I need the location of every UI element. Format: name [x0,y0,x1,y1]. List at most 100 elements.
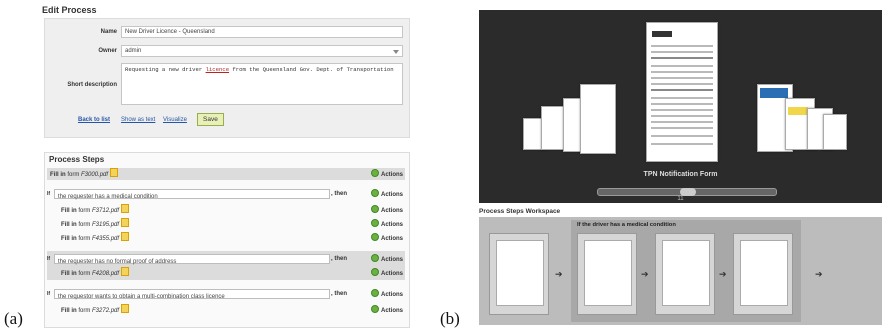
step-row: Fill in form F3000.pdf Actions [47,168,405,180]
actions-button[interactable]: Actions [370,233,403,245]
process-steps-panel: Process Steps Fill in form F3000.pdf Act… [44,152,410,328]
if-marker: If [47,256,51,262]
document-highlight [788,107,808,115]
condition-input[interactable]: the requestor wants to obtain a multi-co… [54,289,330,300]
workspace-document[interactable] [655,233,715,315]
document-page [740,240,788,306]
workspace-document[interactable] [577,233,637,315]
condition-row: If the requester has no formal proof of … [47,253,405,265]
form-word: form [67,172,80,178]
short-description-textarea[interactable]: Requesting a new driver licence from the… [121,63,403,105]
if-marker: If [47,291,51,297]
if-marker: If [47,191,51,197]
fill-in-label: Fill in [61,236,77,242]
figure-label-b: (b) [440,309,460,328]
document-page [584,240,632,306]
form-link[interactable]: F4355.pdf [92,236,119,242]
condition-input[interactable]: the requester has a medical condition [54,189,330,200]
form-link[interactable]: F3195.pdf [92,222,119,228]
form-word: form [78,236,91,242]
form-word: form [78,271,91,277]
actions-button[interactable]: Actions [370,205,403,217]
document-thumbnail[interactable] [823,114,847,150]
back-to-list-link[interactable]: Back to list [78,117,110,123]
actions-label: Actions [380,222,403,228]
actions-icon [370,254,379,262]
document-page [662,240,710,306]
actions-button[interactable]: Actions [370,254,403,266]
current-document-title: TPN Notification Form [643,171,718,178]
step-row: Fill in form F4208.pdf Actions [47,267,405,278]
process-steps-title: Process Steps [49,155,105,164]
form-word: form [78,208,91,214]
owner-label: Owner [98,48,117,54]
actions-label: Actions [380,192,403,198]
actions-icon [370,268,379,276]
scrollbar-thumb[interactable] [680,188,696,196]
workspace-document[interactable] [733,233,793,315]
process-steps-workspace: ➔ If the driver has a medical condition … [479,217,882,325]
pdf-icon [121,218,130,227]
short-description-link-word: licence [205,66,230,73]
actions-icon [370,219,379,227]
condition-group-label: If the driver has a medical condition [577,222,676,228]
current-document-page[interactable] [646,22,718,162]
actions-button[interactable]: Actions [370,169,403,181]
visualize-link[interactable]: Visualize [163,117,187,123]
form-link[interactable]: F3712.pdf [92,208,119,214]
step-row: Fill in form F3272.pdf Actions [47,304,405,315]
show-as-text-link[interactable]: Show as text [121,117,155,123]
actions-icon [370,205,379,213]
edit-process-title: Edit Process [42,5,97,15]
document-thumbnail[interactable] [580,84,616,154]
name-input[interactable]: New Driver Licence - Queensland [121,26,403,38]
chevron-down-icon [393,50,399,54]
then-label: , then [331,256,347,262]
short-description-text-start: Requesting a new driver [125,66,206,73]
then-label: , then [331,291,347,297]
fill-in-label: Fill in [61,308,77,314]
pdf-icon [121,204,130,213]
form-word: form [78,222,91,228]
name-label: Name [100,29,117,35]
edit-process-panel: Edit Process Name New Driver Licence - Q… [38,0,410,330]
actions-button[interactable]: Actions [370,268,403,280]
pdf-icon [121,267,130,276]
workspace-title: Process Steps Workspace [479,208,561,215]
owner-select[interactable]: admin [121,45,403,57]
pdf-icon [110,168,119,177]
actions-button[interactable]: Actions [370,189,403,201]
step-row: Fill in form F3195.pdf Actions [47,218,405,229]
actions-button[interactable]: Actions [370,305,403,317]
actions-icon [370,289,379,297]
condition-input[interactable]: the requester has no formal proof of add… [54,254,330,265]
actions-label: Actions [380,257,403,263]
pdf-icon [121,304,130,313]
fill-in-label: Fill in [61,208,77,214]
actions-label: Actions [380,292,403,298]
actions-icon [370,169,379,177]
fill-in-label: Fill in [61,271,77,277]
form-link[interactable]: F3272.pdf [92,308,119,314]
condition-group: If the driver has a medical condition ➔ … [571,220,801,322]
form-logo-block [652,31,672,37]
condition-row: If the requestor wants to obtain a multi… [47,288,405,300]
form-link[interactable]: F3000.pdf [81,172,108,178]
actions-label: Actions [380,271,403,277]
actions-button[interactable]: Actions [370,219,403,231]
workspace-document[interactable] [489,233,549,315]
actions-label: Actions [380,308,403,314]
save-button[interactable]: Save [197,113,224,126]
short-description-text-end: from the Queensland Gov. Dept. of Transp… [229,66,394,73]
form-link[interactable]: F4208.pdf [92,271,119,277]
step-row: Fill in form F4355.pdf Actions [47,232,405,243]
document-header-band [760,88,788,98]
document-page [496,240,544,306]
actions-button[interactable]: Actions [370,289,403,301]
actions-icon [370,189,379,197]
actions-icon [370,233,379,241]
page-number: 11 [677,196,684,202]
carousel-scrollbar[interactable] [597,188,777,196]
edit-process-form: Name New Driver Licence - Queensland Own… [44,18,410,138]
form-word: form [78,308,91,314]
